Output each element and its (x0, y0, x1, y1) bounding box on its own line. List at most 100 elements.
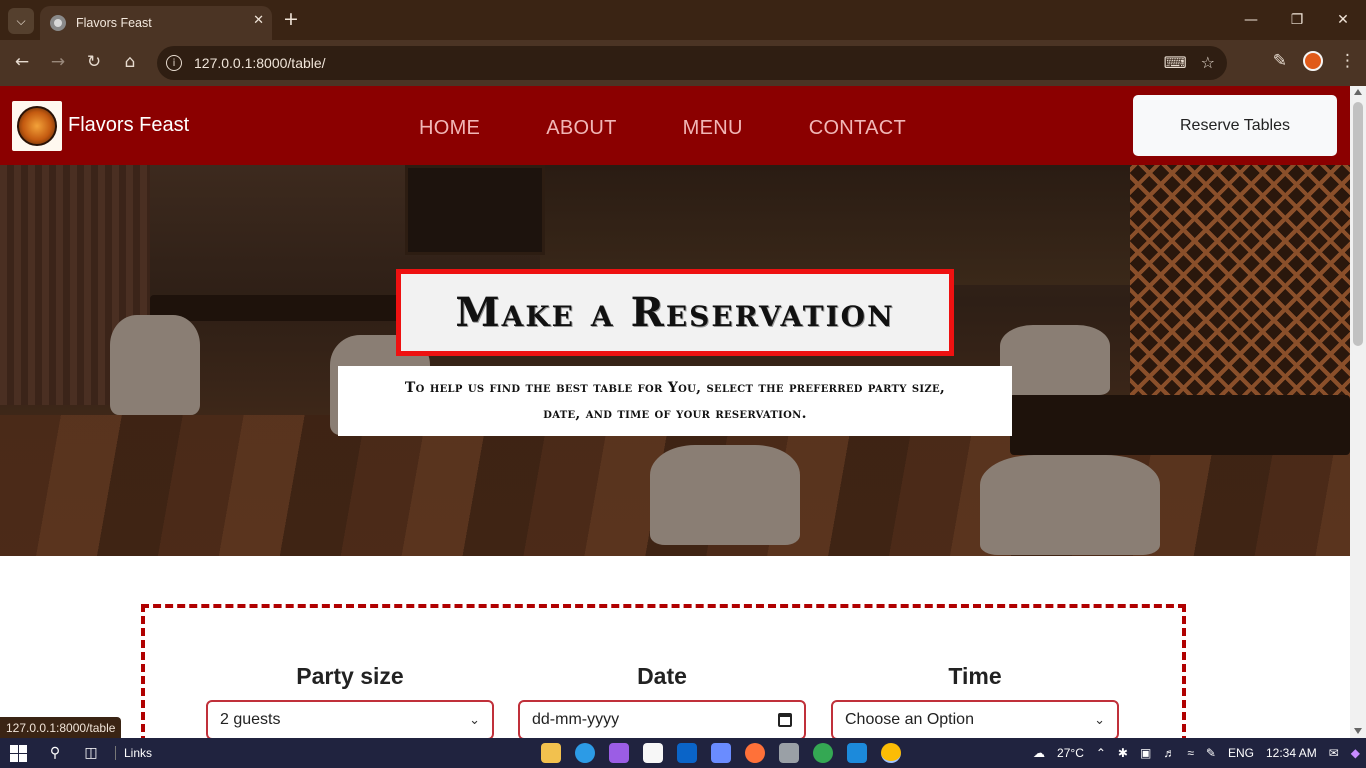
vscode-icon[interactable] (847, 743, 868, 763)
url-text[interactable]: 127.0.0.1:8000/table/ (194, 55, 326, 71)
restore-icon[interactable]: ❐ (1274, 0, 1320, 40)
browser-menu-icon[interactable]: ⋮ (1339, 51, 1356, 71)
date-field: Date dd-mm-yyyy (518, 663, 806, 738)
hero-shelf-decor (405, 165, 545, 255)
outlook-icon[interactable] (677, 743, 698, 763)
windows-start-icon[interactable] (10, 744, 27, 762)
hero-banner: Make a Reservation To help us find the b… (0, 165, 1350, 556)
scroll-down-arrow-icon[interactable] (1354, 728, 1362, 734)
time-field: Time Choose an Option ⌄ (831, 663, 1119, 738)
tab-close-icon[interactable]: ✕ (253, 13, 264, 28)
browser-tabbar: ⌵ Flavors Feast ✕ + — ❐ ✕ (0, 0, 1366, 40)
chef-logo-icon (17, 106, 57, 146)
chrome-active-icon[interactable] (881, 743, 902, 763)
calendar-icon[interactable] (778, 713, 792, 727)
globe-icon (50, 15, 66, 31)
new-tab-plus-icon[interactable]: + (283, 8, 299, 30)
date-input[interactable]: dd-mm-yyyy (518, 700, 806, 738)
nav-menu[interactable]: MENU (683, 117, 743, 140)
database-icon[interactable] (779, 743, 800, 763)
hero-subtitle-line2: date, and time of your reservation. (543, 406, 807, 422)
notification-icon[interactable]: ✉ (1329, 746, 1339, 760)
nav-home[interactable]: HOME (419, 117, 480, 140)
hero-subtitle-box: To help us find the best table for You, … (338, 366, 1012, 436)
site-logo[interactable] (12, 101, 62, 151)
pen-icon[interactable]: ✎ (1206, 746, 1216, 760)
back-arrow-icon[interactable]: ← (11, 52, 33, 72)
links-toolbar-label[interactable]: Links (115, 746, 152, 760)
edge-icon[interactable] (575, 743, 596, 763)
window-close-icon[interactable]: ✕ (1320, 0, 1366, 40)
translate-icon[interactable]: ⌨ (1164, 53, 1187, 72)
weather-cloud-icon[interactable]: ☁ (1033, 746, 1045, 760)
hero-title-box: Make a Reservation (396, 269, 954, 356)
hero-subtitle: To help us find the best table for You, … (405, 375, 945, 427)
store-icon[interactable] (643, 743, 664, 763)
hero-table (150, 295, 400, 321)
hero-chair (1000, 325, 1110, 395)
hero-chair (650, 445, 800, 545)
minimize-icon[interactable]: — (1228, 0, 1274, 40)
time-label: Time (948, 663, 1002, 689)
hero-table (1010, 395, 1350, 455)
main-menu: HOME ABOUT MENU CONTACT (419, 117, 972, 140)
wifi-icon[interactable]: ≈ (1187, 746, 1194, 760)
party-size-label: Party size (296, 663, 404, 689)
search-icon[interactable]: ⚲ (45, 743, 65, 763)
temperature-text[interactable]: 27°C (1057, 746, 1084, 760)
chrome-icon[interactable] (813, 743, 834, 763)
profile-avatar[interactable] (1303, 51, 1323, 71)
party-size-field: Party size 2 guests ⌄ (206, 663, 494, 738)
time-value: Choose an Option (845, 711, 974, 728)
site-info-icon[interactable]: i (166, 55, 182, 71)
copilot-icon[interactable]: ◆ (1351, 746, 1360, 760)
camera-icon[interactable]: ▣ (1140, 746, 1151, 760)
date-placeholder: dd-mm-yyyy (532, 711, 620, 728)
tray-chevron-up-icon[interactable]: ⌃ (1096, 746, 1106, 760)
scroll-thumb[interactable] (1353, 102, 1363, 346)
reserve-tables-button[interactable]: Reserve Tables (1133, 95, 1337, 156)
party-size-value: 2 guests (220, 711, 281, 728)
time-select[interactable]: Choose an Option ⌄ (831, 700, 1119, 738)
bluetooth-icon[interactable]: ✱ (1118, 746, 1128, 760)
app-mask-icon[interactable] (609, 743, 630, 763)
nav-about[interactable]: ABOUT (546, 117, 616, 140)
window-controls: — ❐ ✕ (1228, 0, 1366, 40)
bookmark-star-icon[interactable]: ☆ (1201, 53, 1215, 72)
site-navbar: Flavors Feast HOME ABOUT MENU CONTACT Re… (0, 86, 1350, 165)
extensions-puzzle-icon[interactable]: ✎ (1273, 51, 1287, 71)
volume-icon[interactable]: ♬ (1163, 746, 1175, 760)
hero-chair (980, 455, 1160, 555)
hero-subtitle-line1: To help us find the best table for You, … (404, 380, 946, 396)
scroll-up-arrow-icon[interactable] (1354, 89, 1362, 95)
reload-icon[interactable]: ↻ (83, 52, 105, 72)
status-url-tooltip: 127.0.0.1:8000/table (0, 717, 122, 738)
tab-title: Flavors Feast (76, 16, 152, 30)
page-viewport: Flavors Feast HOME ABOUT MENU CONTACT Re… (0, 86, 1350, 738)
party-size-select[interactable]: 2 guests ⌄ (206, 700, 494, 738)
clock-time[interactable]: 12:34 AM (1266, 746, 1317, 760)
address-bar[interactable]: i 127.0.0.1:8000/table/ ⌨ ☆ (157, 46, 1227, 80)
tab-search-chevron-icon[interactable]: ⌵ (8, 8, 34, 34)
chevron-down-icon: ⌄ (469, 712, 480, 727)
os-taskbar: ⚲ ◫ Links ☁ 27°C ⌃ ✱ ▣ ♬ ≈ ✎ ENG 12:34 A… (0, 738, 1366, 768)
browser-toolbar: ← → ↻ ⌂ i 127.0.0.1:8000/table/ ⌨ ☆ ✎ ⋮ (0, 40, 1366, 86)
language-indicator[interactable]: ENG (1228, 746, 1254, 760)
date-label: Date (637, 663, 687, 689)
page-scrollbar[interactable] (1350, 86, 1366, 738)
page-title: Make a Reservation (455, 289, 895, 336)
home-icon[interactable]: ⌂ (119, 52, 141, 72)
system-tray: ☁ 27°C ⌃ ✱ ▣ ♬ ≈ ✎ ENG 12:34 AM ✉ ◆ (1027, 738, 1366, 768)
nav-contact[interactable]: CONTACT (809, 117, 906, 140)
firefox-icon[interactable] (745, 743, 766, 763)
reservation-form: Party size 2 guests ⌄ Date dd-mm-yyyy Ti… (141, 604, 1186, 738)
hero-chair (110, 315, 200, 415)
forward-arrow-icon[interactable]: → (47, 52, 69, 72)
copilot-sparkle-icon[interactable] (711, 743, 732, 763)
hero-back-wall (540, 165, 1140, 285)
chevron-down-icon: ⌄ (1094, 712, 1105, 727)
task-view-icon[interactable]: ◫ (81, 743, 101, 763)
browser-tab[interactable]: Flavors Feast ✕ (40, 6, 272, 40)
file-explorer-icon[interactable] (541, 743, 562, 763)
brand-name[interactable]: Flavors Feast (68, 114, 189, 137)
